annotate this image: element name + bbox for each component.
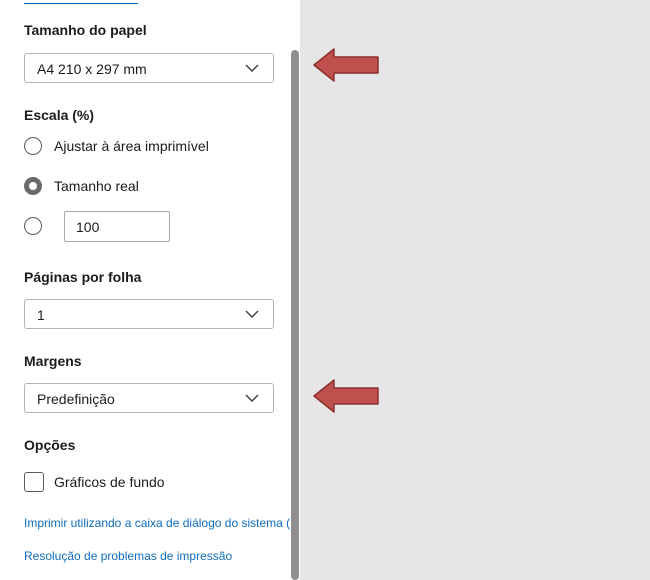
print-preview-area [300, 0, 650, 580]
troubleshoot-link[interactable]: Resolução de problemas de impressão [24, 549, 232, 563]
radio-label-fit: Ajustar à área imprimível [54, 138, 209, 154]
options-heading: Opções [24, 437, 76, 453]
background-graphics-label: Gráficos de fundo [54, 474, 165, 490]
annotation-arrow-left-icon [313, 379, 379, 413]
radio-label-actual-size: Tamanho real [54, 178, 139, 194]
custom-scale-input[interactable] [64, 211, 170, 242]
pages-per-sheet-heading: Páginas por folha [24, 269, 142, 285]
radio-fit-printable-area[interactable]: Ajustar à área imprimível [24, 137, 224, 159]
background-graphics-checkbox[interactable] [24, 472, 44, 492]
paper-size-heading: Tamanho do papel [24, 22, 147, 38]
system-dialog-link[interactable]: Imprimir utilizando a caixa de diálogo d… [24, 516, 290, 530]
radio-button-checked[interactable] [24, 177, 42, 195]
radio-custom-scale[interactable] [24, 217, 44, 239]
panel-scrollbar[interactable] [291, 50, 299, 580]
radio-button[interactable] [24, 217, 42, 235]
margins-value: Predefinição [37, 391, 115, 407]
chevron-down-icon [245, 64, 259, 72]
chevron-down-icon [245, 394, 259, 402]
margins-select[interactable]: Predefinição [24, 383, 274, 413]
radio-button[interactable] [24, 137, 42, 155]
background-graphics-option[interactable]: Gráficos de fundo [24, 472, 174, 494]
annotation-arrow-left-icon [313, 48, 379, 82]
print-settings-panel: Tamanho do papel A4 210 x 297 mm Escala … [0, 0, 300, 580]
paper-size-select[interactable]: A4 210 x 297 mm [24, 53, 274, 83]
chevron-down-icon [245, 310, 259, 318]
pages-per-sheet-select[interactable]: 1 [24, 299, 274, 329]
scale-heading: Escala (%) [24, 107, 95, 123]
paper-size-value: A4 210 x 297 mm [37, 61, 147, 77]
margins-heading: Margens [24, 353, 82, 369]
top-link-fragment[interactable] [24, 0, 138, 4]
pages-per-sheet-value: 1 [37, 307, 45, 323]
radio-actual-size[interactable]: Tamanho real [24, 177, 144, 199]
